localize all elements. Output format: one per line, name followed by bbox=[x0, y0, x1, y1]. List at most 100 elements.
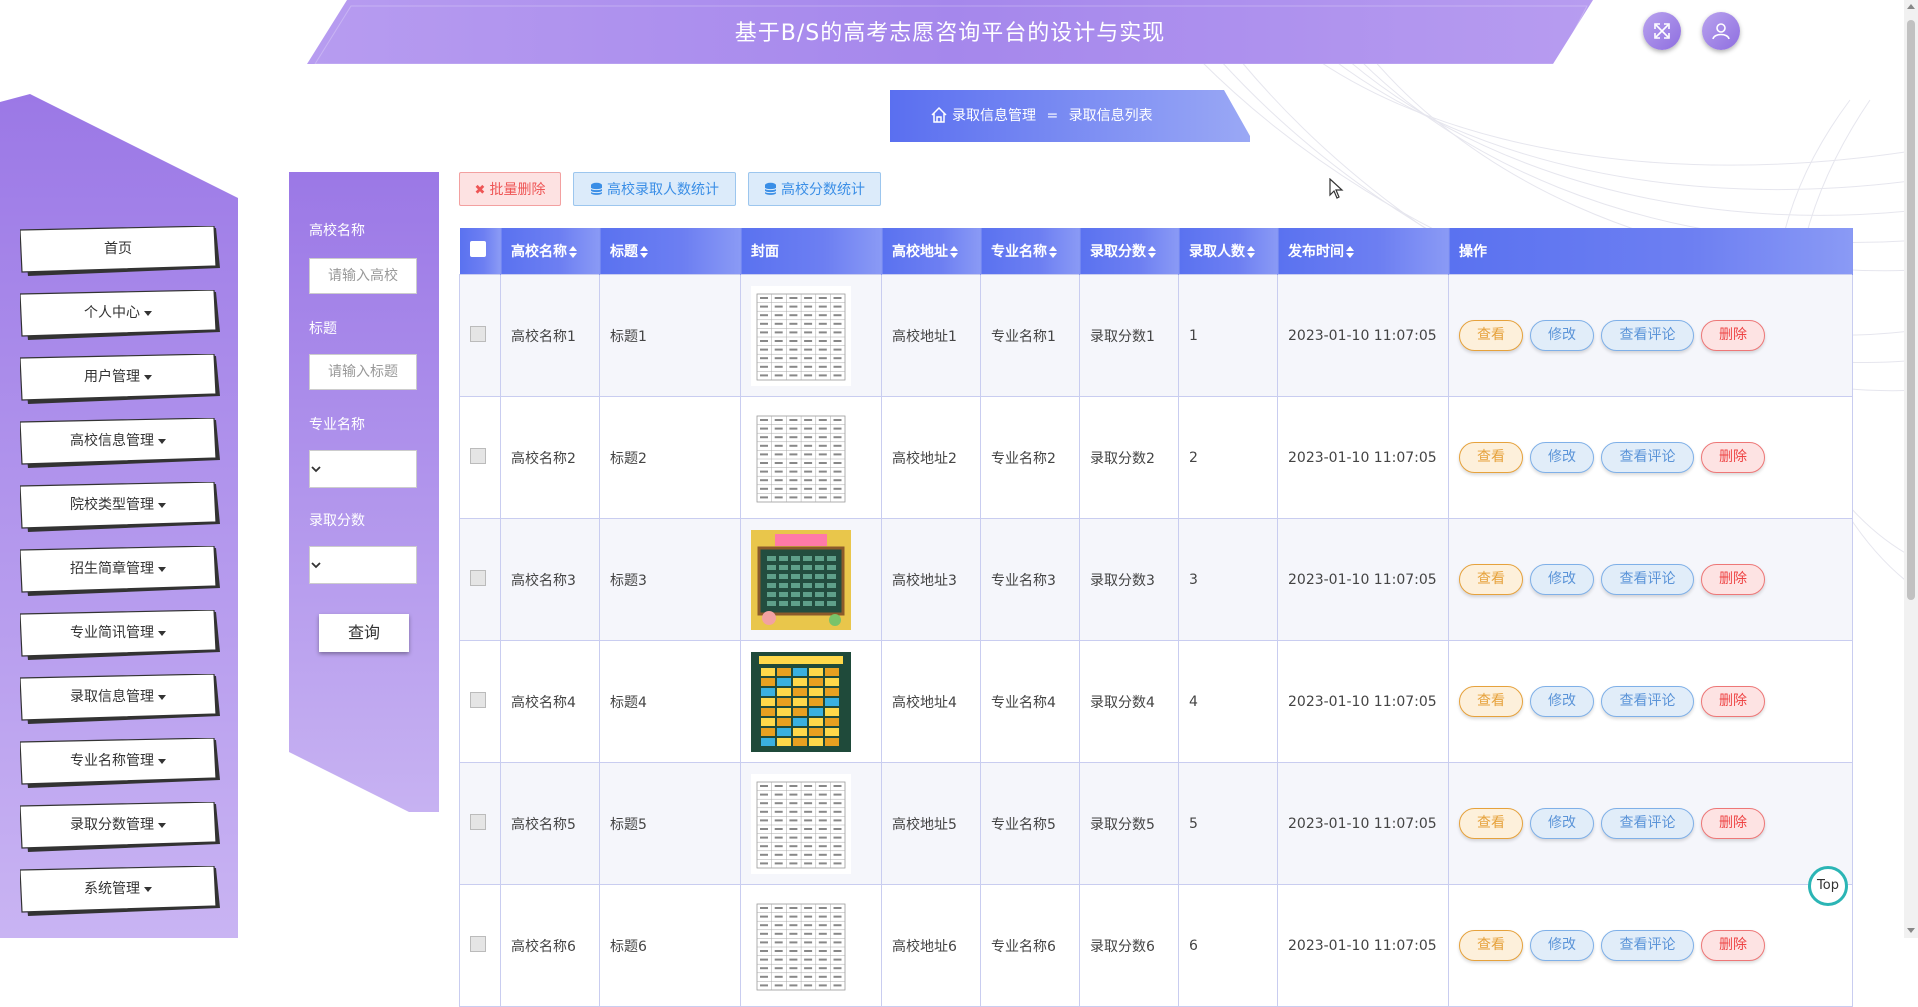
major-name-select[interactable] bbox=[309, 450, 417, 488]
view-button[interactable]: 查看 bbox=[1459, 442, 1523, 473]
view-button[interactable]: 查看 bbox=[1459, 564, 1523, 595]
sidebar-item-label: 首页 bbox=[104, 241, 132, 257]
select-all-checkbox[interactable] bbox=[469, 241, 486, 257]
delete-button[interactable]: 删除 bbox=[1701, 808, 1765, 839]
row-checkbox[interactable] bbox=[470, 325, 486, 342]
view-comments-button[interactable]: 查看评论 bbox=[1601, 564, 1694, 595]
row-checkbox[interactable] bbox=[470, 447, 486, 464]
sidebar-item-2[interactable]: 个人中心 bbox=[20, 290, 220, 340]
sidebar-item-3[interactable]: 用户管理 bbox=[20, 354, 220, 404]
breadcrumb-parent[interactable]: 录取信息管理 bbox=[952, 108, 1036, 124]
cover-cell bbox=[740, 884, 882, 1007]
fullscreen-button[interactable] bbox=[1643, 12, 1681, 50]
edit-button[interactable]: 修改 bbox=[1530, 808, 1594, 839]
batch-delete-button[interactable]: ✖ 批量删除 bbox=[459, 172, 561, 206]
edit-button[interactable]: 修改 bbox=[1530, 930, 1594, 961]
column-header-6[interactable]: 录取分数 bbox=[1079, 228, 1179, 275]
sidebar-item-5[interactable]: 院校类型管理 bbox=[20, 482, 220, 532]
edit-button[interactable]: 修改 bbox=[1530, 320, 1594, 351]
query-button[interactable]: 查询 bbox=[319, 614, 409, 652]
row-checkbox[interactable] bbox=[470, 569, 486, 586]
sort-icon[interactable] bbox=[640, 246, 648, 258]
sidebar-item-10[interactable]: 录取分数管理 bbox=[20, 802, 220, 852]
column-header-7[interactable]: 录取人数 bbox=[1178, 228, 1278, 275]
table-row: 高校名称5 标题5 高校地址5 专业名称5 录取分数5 5 2023-01-10 11:07… bbox=[459, 762, 1853, 885]
sidebar-item-4[interactable]: 高校信息管理 bbox=[20, 418, 220, 468]
row-select-cell bbox=[459, 762, 501, 885]
view-button[interactable]: 查看 bbox=[1459, 686, 1523, 717]
title-cell: 标题6 bbox=[599, 884, 741, 1007]
view-button[interactable]: 查看 bbox=[1459, 320, 1523, 351]
table-row: 高校名称3 标题3 高校地址3 专业名称3 录取分数3 3 2023-01-10 11:07… bbox=[459, 518, 1853, 641]
score-cell: 录取分数1 bbox=[1079, 274, 1179, 397]
view-button[interactable]: 查看 bbox=[1459, 930, 1523, 961]
school-name-input[interactable]: 请输入高校 bbox=[309, 258, 417, 294]
edit-button[interactable]: 修改 bbox=[1530, 686, 1594, 717]
cover-image[interactable] bbox=[751, 285, 851, 386]
view-comments-button[interactable]: 查看评论 bbox=[1601, 686, 1694, 717]
delete-button[interactable]: 删除 bbox=[1701, 564, 1765, 595]
scrollbar-thumb[interactable] bbox=[1907, 20, 1915, 600]
delete-button[interactable]: 删除 bbox=[1701, 320, 1765, 351]
cover-image[interactable] bbox=[751, 773, 851, 874]
score-stats-button[interactable]: 高校分数统计 bbox=[748, 172, 881, 206]
time-cell: 2023-01-10 11:07:05 bbox=[1277, 884, 1449, 1007]
view-comments-button[interactable]: 查看评论 bbox=[1601, 320, 1694, 351]
sidebar-item-7[interactable]: 专业简讯管理 bbox=[20, 610, 220, 660]
column-header-5[interactable]: 专业名称 bbox=[980, 228, 1080, 275]
major-cell: 专业名称6 bbox=[980, 884, 1080, 1007]
sort-icon[interactable] bbox=[1346, 246, 1354, 258]
score-cell: 录取分数3 bbox=[1079, 518, 1179, 641]
sort-icon[interactable] bbox=[1148, 246, 1156, 258]
title-cell: 标题2 bbox=[599, 396, 741, 519]
edit-button[interactable]: 修改 bbox=[1530, 564, 1594, 595]
cover-image[interactable] bbox=[751, 895, 851, 996]
column-header-8[interactable]: 发布时间 bbox=[1277, 228, 1449, 275]
sort-icon[interactable] bbox=[1049, 246, 1057, 258]
view-button[interactable]: 查看 bbox=[1459, 808, 1523, 839]
column-header-2[interactable]: 标题 bbox=[599, 228, 741, 275]
actions-cell: 查看 修改 查看评论 删除 bbox=[1448, 396, 1853, 519]
score-select[interactable] bbox=[309, 546, 417, 584]
admission-count-stats-button[interactable]: 高校录取人数统计 bbox=[573, 172, 736, 206]
scroll-up-arrow[interactable] bbox=[1907, 4, 1915, 9]
database-icon bbox=[590, 182, 603, 195]
caret-down-icon bbox=[158, 822, 166, 828]
edit-button[interactable]: 修改 bbox=[1530, 442, 1594, 473]
major-name-label: 专业名称 bbox=[309, 417, 365, 433]
title-input[interactable]: 请输入标题 bbox=[309, 354, 417, 390]
score-cell: 录取分数2 bbox=[1079, 396, 1179, 519]
view-comments-button[interactable]: 查看评论 bbox=[1601, 808, 1694, 839]
sidebar-item-11[interactable]: 系统管理 bbox=[20, 866, 220, 916]
back-to-top-button[interactable]: Top bbox=[1808, 866, 1848, 906]
page-scrollbar[interactable] bbox=[1904, 0, 1918, 938]
cover-image[interactable] bbox=[751, 529, 851, 630]
sidebar-item-8[interactable]: 录取信息管理 bbox=[20, 674, 220, 724]
count-cell: 3 bbox=[1178, 518, 1278, 641]
table-header-row: 高校名称 标题 封面 高校地址 专业名称 录取分数 录取人数 发布时间 操作 bbox=[459, 228, 1853, 275]
delete-button[interactable]: 删除 bbox=[1701, 930, 1765, 961]
view-comments-button[interactable]: 查看评论 bbox=[1601, 442, 1694, 473]
cover-image[interactable] bbox=[751, 407, 851, 508]
delete-button[interactable]: 删除 bbox=[1701, 686, 1765, 717]
school-cell: 高校名称2 bbox=[500, 396, 600, 519]
sidebar-item-9[interactable]: 专业名称管理 bbox=[20, 738, 220, 788]
sort-icon[interactable] bbox=[1247, 246, 1255, 258]
view-comments-button[interactable]: 查看评论 bbox=[1601, 930, 1694, 961]
cover-cell bbox=[740, 640, 882, 763]
user-menu-button[interactable] bbox=[1702, 12, 1740, 50]
row-checkbox[interactable] bbox=[470, 813, 486, 830]
column-header-4[interactable]: 高校地址 bbox=[881, 228, 981, 275]
column-header-1[interactable]: 高校名称 bbox=[500, 228, 600, 275]
scroll-down-arrow[interactable] bbox=[1907, 928, 1915, 933]
cover-image[interactable] bbox=[751, 651, 851, 752]
column-header-label: 专业名称 bbox=[991, 244, 1047, 260]
batch-delete-label: 批量删除 bbox=[489, 182, 546, 198]
sidebar-item-1[interactable]: 首页 bbox=[20, 226, 220, 276]
sidebar-item-6[interactable]: 招生简章管理 bbox=[20, 546, 220, 596]
sort-icon[interactable] bbox=[569, 246, 577, 258]
delete-button[interactable]: 删除 bbox=[1701, 442, 1765, 473]
caret-down-icon bbox=[158, 694, 166, 700]
sort-icon[interactable] bbox=[950, 246, 958, 258]
row-checkbox[interactable] bbox=[470, 691, 486, 708]
